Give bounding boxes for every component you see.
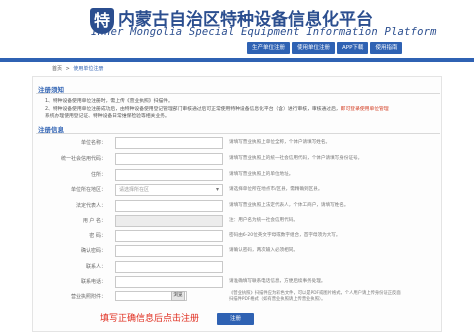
field-region: 单位所在地区： 请选择所在区 请选择单位所在地点市/区县，需精确到区县。	[36, 184, 440, 196]
breadcrumb-home[interactable]: 首页	[52, 66, 62, 72]
field-label: 法定代表人：	[75, 203, 106, 209]
notice-line-1: 1、特种设备使用单位注册时，需上传《营业执照》扫描件。	[45, 99, 173, 104]
nav-user-register[interactable]: 使用单位注册	[292, 42, 336, 54]
browse-button[interactable]: 浏览	[171, 291, 185, 301]
field-label: 确认密码：	[80, 248, 106, 254]
username-input	[115, 215, 223, 227]
site-header: 特 内蒙古自治区特种设备信息化平台 Inner Mongolia Special…	[0, 0, 474, 58]
top-nav: 生产单位注册 使用单位注册 APP下载 使用指南	[247, 42, 403, 54]
field-label: 联系人：	[85, 264, 106, 270]
field-label: 住所：	[90, 172, 106, 178]
company-name-input[interactable]	[115, 137, 223, 149]
field-label: 用 户 名：	[82, 218, 106, 224]
address-input[interactable]	[115, 169, 223, 181]
phone-input[interactable]	[115, 276, 223, 288]
field-address: 住所： 请填写营业执照上的单位地址。	[36, 169, 440, 181]
field-phone: 联系电话： 请准确填写联系电话信息，方便后续事务处理。	[36, 276, 440, 288]
field-hint: 请选择单位所在地点市/区县，需精确到区县。	[229, 187, 323, 192]
header-divider	[0, 58, 474, 62]
nav-app-download[interactable]: APP下载	[337, 42, 369, 54]
field-hint: 请填写营业执照上法定代表人，个体工商户，请填写姓名。	[229, 203, 349, 208]
region-select[interactable]: 请选择所在区	[115, 184, 223, 196]
field-password: 密 码： 密码由6-20位英文字母或数字组合，首字母须为大写。	[36, 230, 440, 242]
field-label: 营业执照附件：	[70, 294, 106, 300]
password-input[interactable]	[115, 230, 223, 242]
field-hint: 请确认密码，两次输入必须相同。	[229, 248, 298, 253]
breadcrumb-current: 使用单位注册	[73, 66, 104, 72]
nav-user-guide[interactable]: 使用指南	[370, 42, 403, 54]
field-hint: 注：用户名为统一社会信用代码。	[229, 218, 298, 223]
confirm-password-input[interactable]	[115, 245, 223, 257]
field-confirm-password: 确认密码： 请确认密码，两次输入必须相同。	[36, 245, 440, 257]
form-divider	[36, 133, 440, 134]
field-license: 营业执照附件： 浏览 《营业执照》扫描件应为彩色文件，可以是PDF或图片格式，个…	[36, 291, 440, 305]
field-hint: 《营业执照》扫描件应为彩色文件，可以是PDF或图片格式，个人用户请上传身份证正反…	[229, 291, 401, 302]
notice-line-3: 系统办理使用登记证、特种设备日常维保检验等相关业务。	[45, 114, 170, 119]
notice-line-2: 2、特种设备使用单位注册成功后，由特种设备使用登记管理部门审核通过后可正常使用特…	[45, 107, 389, 112]
field-hint: 请准确填写联系电话信息，方便后续事务处理。	[229, 279, 326, 284]
field-label: 密 码：	[89, 233, 106, 239]
field-hint: 请填写营业执照上的单位地址。	[229, 172, 294, 177]
field-username: 用 户 名： 注：用户名为统一社会信用代码。	[36, 215, 440, 227]
field-credit-code: 统一社会信用代码： 请填写营业执照上的统一社会信用代码，个体户请填写身份证号。	[36, 153, 440, 165]
breadcrumb: 首页 > 使用单位注册	[52, 65, 105, 72]
contact-input[interactable]	[115, 261, 223, 273]
site-subtitle: Inner Mongolia Special Equipment Informa…	[91, 26, 437, 38]
register-button[interactable]: 注册	[217, 313, 254, 325]
field-label: 联系电话：	[80, 279, 106, 285]
field-legal-rep: 法定代表人： 请填写营业执照上法定代表人，个体工商户，请填写姓名。	[36, 200, 440, 212]
field-hint: 请填写营业执照上单位全称，个体户请填写姓名。	[229, 140, 331, 145]
field-hint: 密码由6-20位英文字母或数字组合，首字母须为大写。	[229, 233, 341, 238]
field-label: 单位所在地区：	[70, 187, 106, 193]
field-label: 单位名称：	[80, 140, 106, 146]
field-hint: 请填写营业执照上的统一社会信用代码，个体户请填写身份证号。	[229, 156, 363, 161]
breadcrumb-separator: >	[65, 66, 70, 72]
notice-divider	[36, 93, 440, 94]
field-contact: 联系人：	[36, 261, 440, 273]
legal-rep-input[interactable]	[115, 200, 223, 212]
instruction-annotation: 填写正确信息后点击注册	[100, 314, 200, 324]
field-company-name: 单位名称： 请填写营业执照上单位全称，个体户请填写姓名。	[36, 137, 440, 149]
field-label: 统一社会信用代码：	[60, 156, 106, 162]
credit-code-input[interactable]	[115, 153, 223, 165]
nav-producer-register[interactable]: 生产单位注册	[247, 42, 291, 54]
